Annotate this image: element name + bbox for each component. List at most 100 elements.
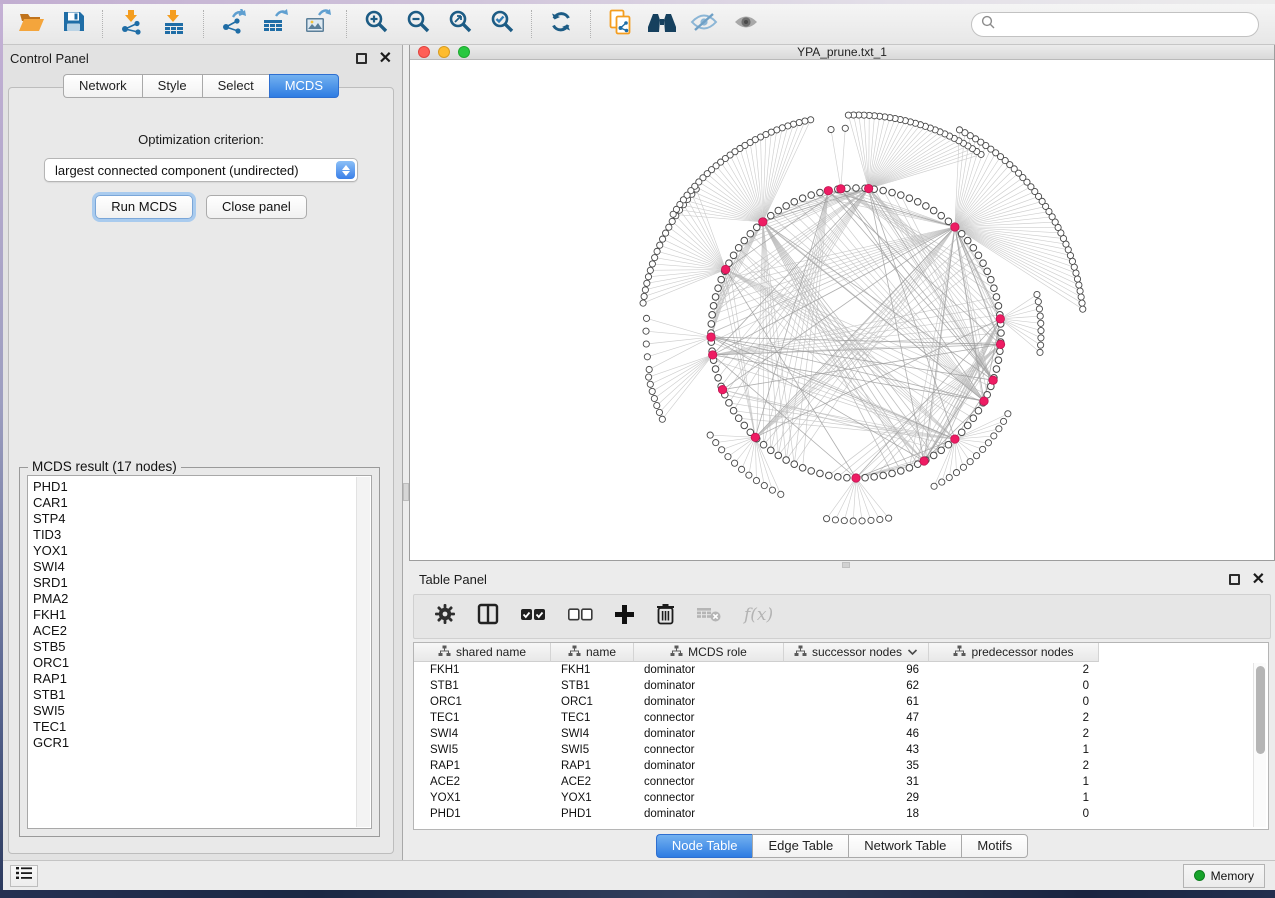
network-hub-node[interactable] — [707, 333, 715, 341]
network-hub-node[interactable] — [996, 315, 1004, 323]
network-leaf-node[interactable] — [1076, 282, 1082, 288]
network-node[interactable] — [889, 189, 896, 196]
cell-MCDS-role[interactable]: connector — [634, 742, 784, 758]
network-leaf-node[interactable] — [1035, 299, 1041, 305]
export-network-button[interactable] — [212, 7, 254, 41]
network-hub-node[interactable] — [864, 184, 872, 192]
table-row[interactable]: SWI4SWI4dominator462 — [414, 726, 1268, 742]
cell-successor-nodes[interactable]: 43 — [784, 742, 929, 758]
search-input[interactable] — [1001, 17, 1249, 31]
network-leaf-node[interactable] — [654, 248, 660, 254]
export-table-button[interactable] — [254, 7, 296, 41]
tab-mcds[interactable]: MCDS — [269, 74, 339, 98]
network-hub-node[interactable] — [852, 474, 860, 482]
mcds-result-item[interactable]: SRD1 — [33, 575, 371, 591]
network-node[interactable] — [964, 422, 971, 429]
network-node[interactable] — [817, 470, 824, 477]
mcds-result-item[interactable]: TID3 — [33, 527, 371, 543]
network-leaf-node[interactable] — [1005, 411, 1011, 417]
network-node[interactable] — [712, 366, 719, 373]
cell-name[interactable]: YOX1 — [551, 790, 634, 806]
cell-name[interactable]: TEC1 — [551, 710, 634, 726]
horizontal-splitter-grip[interactable] — [842, 562, 850, 568]
network-node[interactable] — [975, 252, 982, 259]
network-leaf-node[interactable] — [647, 267, 653, 273]
network-node[interactable] — [930, 207, 937, 214]
network-node[interactable] — [826, 472, 833, 479]
table-row[interactable]: RAP1RAP1dominator352 — [414, 758, 1268, 774]
column-header-MCDS-role[interactable]: MCDS role — [634, 643, 784, 662]
tab-style[interactable]: Style — [142, 74, 202, 98]
network-leaf-node[interactable] — [666, 224, 672, 230]
network-leaf-node[interactable] — [643, 341, 649, 347]
show-all-button[interactable] — [725, 7, 767, 41]
network-leaf-node[interactable] — [778, 491, 784, 497]
cell-successor-nodes[interactable]: 46 — [784, 726, 929, 742]
cell-successor-nodes[interactable]: 62 — [784, 678, 929, 694]
mcds-result-item[interactable]: PMA2 — [33, 591, 371, 607]
network-leaf-node[interactable] — [707, 432, 713, 438]
network-node[interactable] — [945, 218, 952, 225]
network-leaf-node[interactable] — [808, 117, 814, 123]
network-leaf-node[interactable] — [823, 516, 829, 522]
network-leaf-node[interactable] — [669, 218, 675, 224]
network-node[interactable] — [998, 330, 1005, 337]
cell-shared-name[interactable]: FKH1 — [414, 662, 551, 678]
network-leaf-node[interactable] — [644, 280, 650, 286]
mcds-result-item[interactable]: ACE2 — [33, 623, 371, 639]
network-leaf-node[interactable] — [842, 125, 848, 131]
network-leaf-node[interactable] — [753, 477, 759, 483]
network-node[interactable] — [753, 224, 760, 231]
network-leaf-node[interactable] — [1069, 258, 1075, 264]
column-header-name[interactable]: name — [551, 643, 634, 662]
network-node[interactable] — [964, 237, 971, 244]
network-node[interactable] — [808, 468, 815, 475]
network-node[interactable] — [835, 474, 842, 481]
network-leaf-node[interactable] — [980, 446, 986, 452]
network-leaf-node[interactable] — [967, 459, 973, 465]
network-hub-node[interactable] — [920, 457, 928, 465]
show-column-panel-button[interactable] — [477, 603, 499, 630]
network-leaf-node[interactable] — [1073, 270, 1079, 276]
network-leaf-node[interactable] — [1038, 342, 1044, 348]
cell-shared-name[interactable]: RAP1 — [414, 758, 551, 774]
network-leaf-node[interactable] — [1078, 294, 1084, 300]
close-panel-icon[interactable]: ✕ — [379, 53, 392, 64]
network-leaf-node[interactable] — [1038, 320, 1044, 326]
network-hub-node[interactable] — [837, 185, 845, 193]
cell-MCDS-role[interactable]: dominator — [634, 662, 784, 678]
network-node[interactable] — [975, 407, 982, 414]
network-node[interactable] — [993, 294, 1000, 301]
cell-predecessor-nodes[interactable]: 2 — [929, 710, 1099, 726]
network-node[interactable] — [945, 441, 952, 448]
network-node[interactable] — [710, 303, 717, 310]
mcds-result-item[interactable]: STB1 — [33, 687, 371, 703]
network-leaf-node[interactable] — [725, 454, 731, 460]
network-node[interactable] — [938, 447, 945, 454]
network-node[interactable] — [799, 465, 806, 472]
network-node[interactable] — [995, 357, 1002, 364]
cell-shared-name[interactable]: YOX1 — [414, 790, 551, 806]
cell-successor-nodes[interactable]: 47 — [784, 710, 929, 726]
cell-shared-name[interactable]: PHD1 — [414, 806, 551, 822]
network-leaf-node[interactable] — [802, 118, 808, 124]
vertical-splitter[interactable] — [403, 45, 409, 860]
cell-predecessor-nodes[interactable]: 0 — [929, 806, 1099, 822]
network-node[interactable] — [735, 415, 742, 422]
export-image-button[interactable] — [296, 7, 338, 41]
network-node[interactable] — [747, 230, 754, 237]
network-leaf-node[interactable] — [1038, 335, 1044, 341]
network-leaf-node[interactable] — [973, 453, 979, 459]
network-leaf-node[interactable] — [845, 112, 851, 118]
network-hub-node[interactable] — [951, 223, 959, 231]
network-node[interactable] — [741, 237, 748, 244]
network-node[interactable] — [880, 187, 887, 194]
tab-edge-table[interactable]: Edge Table — [752, 834, 848, 858]
cell-name[interactable]: SWI5 — [551, 742, 634, 758]
network-leaf-node[interactable] — [663, 230, 669, 236]
network-leaf-node[interactable] — [746, 472, 752, 478]
cell-predecessor-nodes[interactable]: 2 — [929, 758, 1099, 774]
zoom-in-button[interactable] — [355, 7, 397, 41]
network-node[interactable] — [783, 457, 790, 464]
network-node[interactable] — [799, 195, 806, 202]
